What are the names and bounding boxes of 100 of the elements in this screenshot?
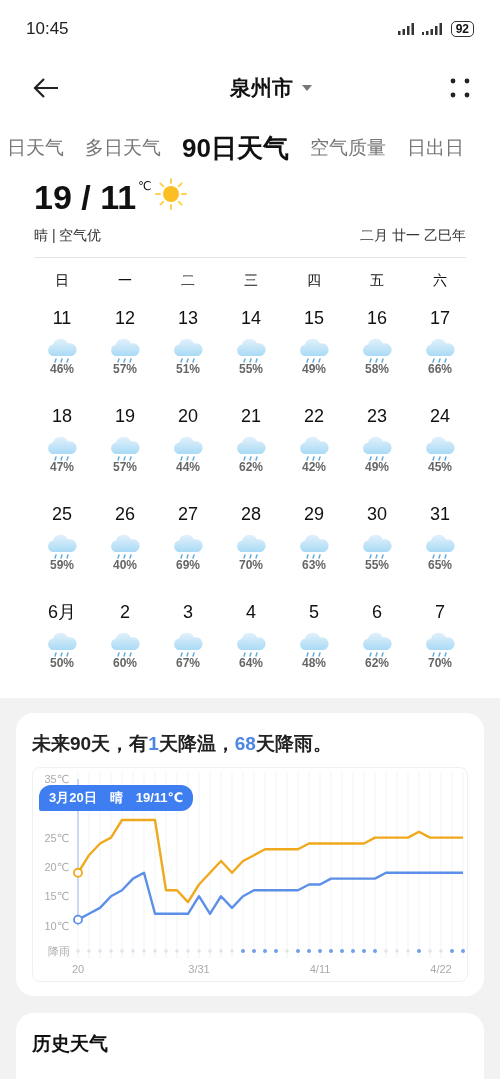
- rain-chance: 46%: [50, 362, 74, 376]
- rain-cloud-icon: [172, 338, 204, 364]
- x-axis-label: 20: [71, 963, 85, 975]
- rain-cloud-icon: [46, 534, 78, 560]
- rain-cloud-icon: [424, 632, 456, 658]
- weekday-label: 一: [117, 271, 133, 290]
- day-number[interactable]: 21: [241, 404, 261, 428]
- back-arrow-icon[interactable]: [32, 76, 60, 100]
- rain-chance: 66%: [428, 362, 452, 376]
- rain-cloud-icon: [172, 632, 204, 658]
- rain-cloud-icon: [298, 632, 330, 658]
- rain-row-label: 降雨: [48, 945, 70, 957]
- rain-cloud-icon: [46, 632, 78, 658]
- unit-label: ℃: [138, 179, 152, 193]
- day-number[interactable]: 20: [178, 404, 198, 428]
- rain-chance: 62%: [365, 656, 389, 670]
- rain-cloud-icon: [361, 632, 393, 658]
- rain-cloud-icon: [298, 436, 330, 462]
- date-tooltip: 3月20日 晴 19/11℃: [39, 785, 194, 811]
- weekday-label: 四: [306, 271, 322, 290]
- weekday-label: 日: [54, 271, 70, 290]
- day-number[interactable]: 13: [178, 306, 198, 330]
- day-number[interactable]: 14: [241, 306, 261, 330]
- rain-cloud-icon: [109, 436, 141, 462]
- day-number[interactable]: 7: [435, 600, 445, 624]
- rain-cloud-icon: [424, 338, 456, 364]
- rain-chance: 42%: [302, 460, 326, 474]
- rain-chance: 44%: [176, 460, 200, 474]
- day-number[interactable]: 25: [52, 502, 72, 526]
- city-title[interactable]: 泉州市: [229, 74, 293, 102]
- day-number[interactable]: 11: [52, 306, 72, 330]
- day-number[interactable]: 4: [246, 600, 256, 624]
- day-number[interactable]: 17: [430, 306, 450, 330]
- selected-point-marker: [73, 914, 83, 925]
- x-axis-label: 4/11: [309, 963, 331, 975]
- rain-chance: 64%: [239, 656, 263, 670]
- forecast-summary: 未来90天，有1天降温，68天降雨。: [32, 732, 333, 756]
- tab[interactable]: 日天气: [7, 135, 64, 161]
- weekday-label: 三: [243, 271, 259, 290]
- rain-chance: 62%: [239, 460, 263, 474]
- caret-icon[interactable]: [300, 84, 313, 92]
- rain-chance: 50%: [50, 656, 74, 670]
- day-number[interactable]: 6: [372, 600, 382, 624]
- day-number[interactable]: 24: [430, 404, 450, 428]
- condition-text: 晴 | 空气优: [34, 227, 102, 245]
- rain-cloud-icon: [172, 534, 204, 560]
- tab[interactable]: 多日天气: [85, 135, 161, 161]
- y-axis-label: 10℃: [44, 919, 69, 932]
- rain-cloud-icon: [172, 436, 204, 462]
- day-number[interactable]: 31: [430, 502, 450, 526]
- tab[interactable]: 90日天气: [182, 130, 289, 166]
- day-number[interactable]: 16: [367, 306, 387, 330]
- day-number[interactable]: 5: [309, 600, 319, 624]
- day-number[interactable]: 28: [241, 502, 261, 526]
- day-number[interactable]: 2: [120, 600, 130, 624]
- rain-chance: 40%: [113, 558, 137, 572]
- rain-chance: 60%: [113, 656, 137, 670]
- rain-cloud-icon: [235, 534, 267, 560]
- tab[interactable]: 空气质量: [309, 135, 386, 161]
- rain-cloud-icon: [235, 338, 267, 364]
- day-number[interactable]: 12: [115, 306, 135, 330]
- day-number[interactable]: 23: [367, 404, 387, 428]
- rain-cloud-icon: [46, 338, 78, 364]
- lunar-date: 二月 廿一 乙巳年: [360, 227, 466, 245]
- rain-chance: 63%: [302, 558, 326, 572]
- day-number[interactable]: 22: [304, 404, 324, 428]
- day-number[interactable]: 15: [304, 306, 324, 330]
- day-number[interactable]: 29: [304, 502, 324, 526]
- day-number[interactable]: 19: [115, 404, 135, 428]
- rain-chance: 55%: [365, 558, 389, 572]
- rain-cloud-icon: [361, 436, 393, 462]
- rain-chance: 59%: [50, 558, 74, 572]
- rain-chance: 57%: [113, 362, 137, 376]
- rain-cloud-icon: [424, 436, 456, 462]
- rain-chance: 58%: [365, 362, 389, 376]
- day-number[interactable]: 6月: [48, 600, 76, 624]
- rain-chance: 47%: [50, 460, 74, 474]
- rain-chance: 49%: [365, 460, 389, 474]
- rain-cloud-icon: [109, 338, 141, 364]
- rain-chance: 57%: [113, 460, 137, 474]
- day-number[interactable]: 3: [183, 600, 193, 624]
- rain-cloud-icon: [46, 436, 78, 462]
- signal-icon: [396, 21, 417, 36]
- selected-point-marker: [73, 867, 83, 878]
- rain-chance: 70%: [239, 558, 263, 572]
- rain-cloud-icon: [298, 338, 330, 364]
- day-number[interactable]: 27: [178, 502, 198, 526]
- rain-chance: 67%: [176, 656, 200, 670]
- day-number[interactable]: 30: [367, 502, 387, 526]
- rain-cloud-icon: [298, 534, 330, 560]
- y-axis-label: 25℃: [44, 831, 69, 844]
- rain-chance: 49%: [302, 362, 326, 376]
- more-icon[interactable]: [448, 76, 472, 100]
- rain-cloud-icon: [109, 632, 141, 658]
- day-number[interactable]: 26: [115, 502, 135, 526]
- tab[interactable]: 日出日: [406, 135, 464, 161]
- rain-chance: 65%: [428, 558, 452, 572]
- rain-cloud-icon: [109, 534, 141, 560]
- rain-cloud-icon: [235, 632, 267, 658]
- day-number[interactable]: 18: [52, 404, 72, 428]
